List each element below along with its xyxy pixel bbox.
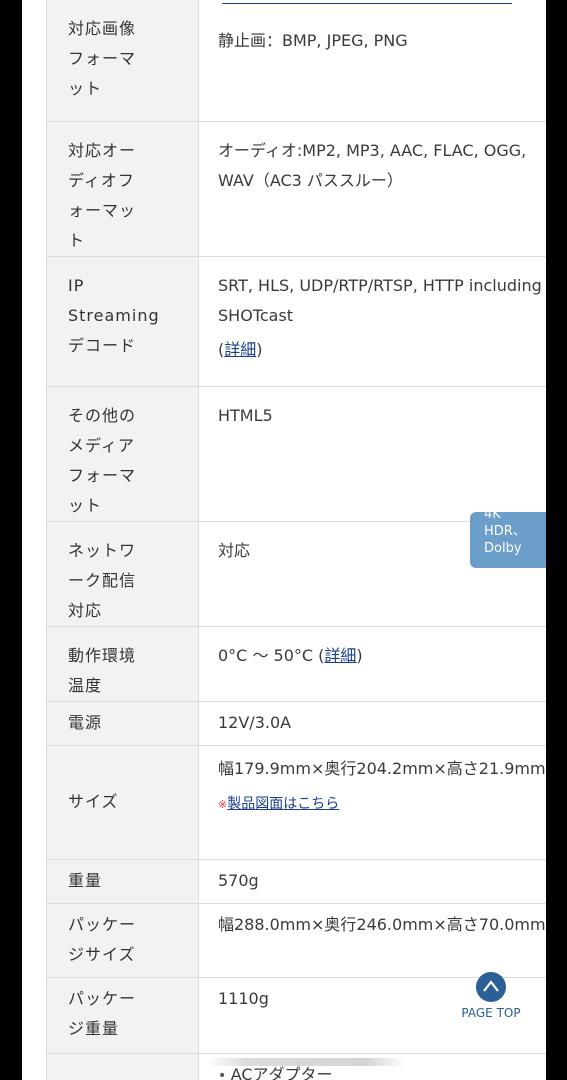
spec-value: オーディオ:MP2, MP3, AAC, FLAC, OGG, WAV（AC3 …	[198, 121, 546, 257]
spec-label: ネットワ ーク配信 対応	[46, 521, 199, 627]
page-frame: 対応画像 フォーマ ット 静止画：BMP, JPEG, PNG 対応オー ディオ…	[22, 0, 546, 1080]
spec-label: サイズ	[46, 745, 199, 860]
spec-value: 12V/3.0A	[198, 701, 546, 746]
spec-row-temperature: 動作環境 温度 0°C 〜 50°C (詳細)	[46, 626, 546, 702]
feature-badge[interactable]: 4K HDR、 Dolby	[470, 512, 546, 568]
spec-label: IP Streaming デコード	[46, 256, 199, 387]
detail-link[interactable]: 詳細	[224, 340, 256, 359]
spec-value: 幅179.9mm×奥行204.2mm×高さ21.9mm ※製品図面はこちら	[198, 745, 546, 860]
page-top-button[interactable]: PAGE TOP	[454, 972, 528, 1020]
scroll-indicator	[206, 1058, 406, 1066]
spec-row-size: サイズ 幅179.9mm×奥行204.2mm×高さ21.9mm ※製品図面はこち…	[46, 745, 546, 860]
spec-label: 対応オー ディオフ ォーマッ ト	[46, 121, 199, 257]
spec-row-power: 電源 12V/3.0A	[46, 701, 546, 746]
spec-row-ip-streaming: IP Streaming デコード SRT, HLS, UDP/RTP/RTSP…	[46, 256, 546, 387]
detail-link-wrap: (詳細)	[218, 339, 263, 359]
spec-row-image-format: 対応画像 フォーマ ット 静止画：BMP, JPEG, PNG	[46, 0, 546, 122]
spec-label: 重量	[46, 859, 199, 904]
spec-label: その他の メディア フォーマ ット	[46, 386, 199, 522]
spec-label: パッケー ジサイズ	[46, 903, 199, 978]
spec-value: 静止画：BMP, JPEG, PNG	[198, 0, 546, 122]
drawing-link[interactable]: 製品図面はこちら	[227, 796, 339, 812]
spec-value-text: SRT, HLS, UDP/RTP/RTSP, HTTP including S…	[218, 275, 542, 325]
spec-label: 対応画像 フォーマ ット	[46, 0, 199, 122]
spec-value: HTML5	[198, 386, 546, 522]
spec-value-text: 幅179.9mm×奥行204.2mm×高さ21.9mm	[218, 758, 546, 778]
spec-label	[46, 1053, 199, 1080]
spec-row-weight: 重量 570g	[46, 859, 546, 904]
detail-link[interactable]: 詳細	[324, 646, 356, 665]
drawing-note: ※製品図面はこちら	[218, 795, 340, 812]
spec-value: 0°C 〜 50°C (詳細)	[198, 626, 546, 702]
spec-row-audio-format: 対応オー ディオフ ォーマッ ト オーディオ:MP2, MP3, AAC, FL…	[46, 121, 546, 257]
spec-label: パッケー ジ重量	[46, 977, 199, 1054]
spec-row-package-size: パッケー ジサイズ 幅288.0mm×奥行246.0mm×高さ70.0mm	[46, 903, 546, 978]
spec-label: 電源	[46, 701, 199, 746]
spec-value: 幅288.0mm×奥行246.0mm×高さ70.0mm	[198, 903, 546, 978]
bullet-dot: •	[218, 1067, 231, 1080]
page-top-label: PAGE TOP	[461, 1006, 521, 1020]
spec-value: SRT, HLS, UDP/RTP/RTSP, HTTP including S…	[198, 256, 546, 387]
spec-value: 570g	[198, 859, 546, 904]
chevron-up-icon	[476, 972, 506, 1002]
spec-row-other-media: その他の メディア フォーマ ット HTML5	[46, 386, 546, 522]
spec-label: 動作環境 温度	[46, 626, 199, 702]
